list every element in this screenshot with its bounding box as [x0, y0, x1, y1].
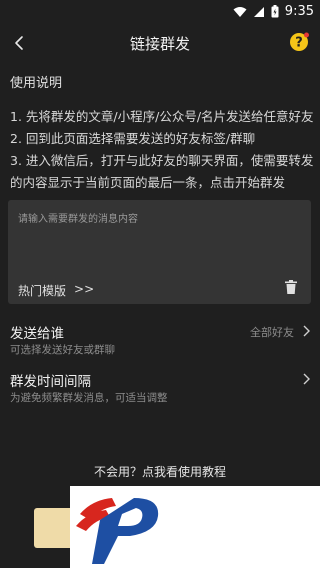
- hot-templates-label: 热门模版: [18, 284, 67, 298]
- signal-icon: [253, 6, 264, 17]
- message-input-box[interactable]: 请输入需要群发的消息内容 热门模版 >>: [8, 200, 311, 304]
- hot-templates-link[interactable]: 热门模版 >>: [18, 282, 94, 299]
- message-placeholder[interactable]: 请输入需要群发的消息内容: [18, 210, 138, 225]
- interval-subtitle: 为避免频繁群发消息，可适当调整: [10, 392, 168, 404]
- trash-icon[interactable]: [283, 279, 299, 295]
- instruction-line: 1. 先将群发的文章/小程序/公众号/名片发送给任意好友: [10, 109, 314, 124]
- usage-heading: 使用说明: [10, 76, 63, 91]
- interval-title: 群发时间间隔: [10, 374, 91, 390]
- send-to-row[interactable]: 发送给谁 可选择发送好友或群聊 全部好友: [0, 320, 320, 362]
- instruction-line: 2. 回到此页面选择需要发送的好友标签/群聊: [10, 131, 256, 146]
- svg-text:?: ?: [295, 36, 303, 51]
- wifi-icon: [233, 6, 247, 17]
- status-time: 9:35: [284, 4, 314, 19]
- chevron-right-icon: [303, 373, 310, 385]
- status-icons: 9:35: [233, 4, 314, 19]
- instruction-line: 3. 进入微信后，打开与此好友的聊天界面，使需要转发的内容显示于当前页面的最后一…: [10, 153, 314, 190]
- start-broadcast-button[interactable]: [34, 508, 74, 548]
- help-icon[interactable]: ?: [288, 31, 310, 53]
- interval-row[interactable]: 群发时间间隔 为避免频繁群发消息，可适当调整: [0, 368, 320, 410]
- double-chevron-icon: >>: [74, 282, 95, 296]
- battery-icon: [271, 5, 279, 18]
- page-title: 链接群发: [129, 35, 190, 53]
- chevron-right-icon: [303, 325, 310, 337]
- usage-instructions: 1. 先将群发的文章/小程序/公众号/名片发送给任意好友 2. 回到此页面选择需…: [10, 106, 315, 194]
- brand-logo: [76, 498, 159, 564]
- watermark-overlay: [70, 486, 320, 568]
- send-to-title: 发送给谁: [10, 326, 64, 342]
- send-to-value: 全部好友: [250, 326, 294, 339]
- page: 9:35 链接群发 ? 使用说明 1. 先将群发的文章/小程序/公众号/名片发送…: [0, 0, 320, 568]
- tutorial-link[interactable]: 不会用？点我看使用教程: [0, 463, 320, 480]
- header: 链接群发 ?: [0, 24, 320, 62]
- status-bar: 9:35: [0, 0, 320, 24]
- send-to-subtitle: 可选择发送好友或群聊: [10, 344, 115, 356]
